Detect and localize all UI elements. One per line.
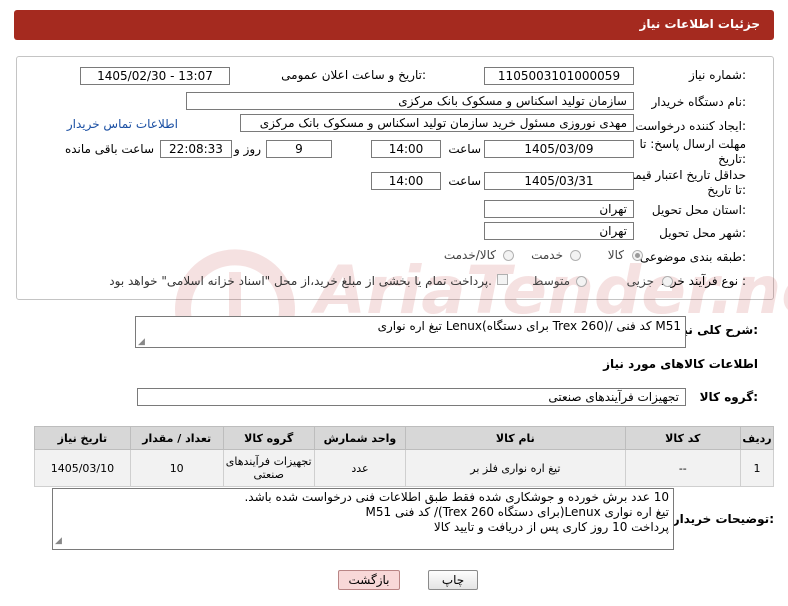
category-service-label: خدمت (531, 248, 563, 262)
buyer-notes-label: توضیحات خریدار: (672, 512, 774, 526)
table-row: 1405/03/10 10 تجهیزات فرآیندهای صنعتی عد… (34, 449, 775, 487)
cell-unit: عدد (313, 449, 407, 487)
resize-grip-icon: ◢ (55, 536, 62, 546)
col-name: نام کالا (405, 426, 626, 450)
city-label: شهر محل تحویل: (659, 226, 746, 240)
need-number-field: 1105003101000059 (484, 67, 634, 85)
buyer-org-field: سازمان تولید اسکناس و مسکوک بانک مرکزی (186, 92, 634, 110)
remaining-label: ساعت باقی مانده (64, 142, 154, 156)
validity-date-field: 1405/03/31 (484, 172, 634, 190)
category-label: طبقه بندی موضوعی: (639, 250, 746, 264)
validity-time-label: ساعت (448, 174, 481, 188)
goods-info-heading: اطلاعات کالاهای مورد نیاز (603, 357, 758, 371)
back-button[interactable]: بازگشت (338, 570, 400, 590)
requester-label: ایجاد کننده درخواست: (635, 119, 746, 133)
process-type-label: نوع فرآیند خرید : (661, 274, 746, 288)
buyer-note-line: پرداخت 10 روز کاری پس از دریافت و تایید … (433, 520, 669, 534)
cell-code: -- (624, 449, 741, 487)
category-service-radio[interactable] (570, 250, 581, 261)
goods-table: تاریخ نیاز تعداد / مقدار گروه کالا واحد … (34, 426, 775, 487)
col-code: کد کالا (624, 426, 741, 450)
price-validity-label: حداقل تاریخ اعتبار قیمت: تا تاریخ: (619, 168, 746, 197)
col-group: گروه کالا (222, 426, 315, 450)
province-label: استان محل تحویل: (651, 203, 746, 217)
col-row: ردیف (739, 426, 775, 450)
category-goods-service-label: کالا/خدمت (443, 248, 496, 262)
requester-field: مهدی نوروزی مسئول خرید سازمان تولید اسکن… (240, 114, 634, 132)
province-field: تهران (484, 200, 634, 218)
page-title: جزئیات اطلاعات نیاز (639, 17, 760, 31)
category-goods-radio[interactable] (632, 250, 643, 261)
reply-time-label: ساعت (448, 142, 481, 156)
days-and-label: روز و (234, 142, 261, 156)
col-qty: تعداد / مقدار (129, 426, 224, 450)
general-desc-text: تیغ اره نواری Lenux(برای دستگاه Trex 260… (377, 319, 681, 333)
buyer-note-line: 10 عدد برش خورده و جوشکاری شده فقط طبق ا… (244, 490, 669, 504)
buyer-notes-box[interactable]: 10 عدد برش خورده و جوشکاری شده فقط طبق ا… (52, 488, 674, 550)
col-date: تاریخ نیاز (34, 426, 131, 450)
reply-days-field: 9 (266, 140, 332, 158)
buyer-org-label: نام دستگاه خریدار: (651, 95, 747, 109)
goods-group-label: گروه کالا: (699, 390, 758, 404)
cell-row: 1 (739, 449, 775, 487)
page-header: جزئیات اطلاعات نیاز (14, 10, 774, 40)
category-goods-service-radio[interactable] (503, 250, 514, 261)
validity-time-field: 14:00 (371, 172, 441, 190)
contact-info-link[interactable]: اطلاعات تماس خریدار (67, 117, 178, 131)
remaining-time-field: 22:08:33 (160, 140, 232, 158)
category-goods-label: کالا (607, 248, 624, 262)
table-header-row: تاریخ نیاز تعداد / مقدار گروه کالا واحد … (34, 426, 775, 450)
cell-name: تیغ اره نواری فلز بر (405, 449, 626, 487)
announce-date-label: تاریخ و ساعت اعلان عمومی: (281, 68, 426, 82)
cell-qty: 10 (129, 449, 224, 487)
col-unit: واحد شمارش (313, 426, 407, 450)
city-field: تهران (484, 222, 634, 240)
cell-date: 1405/03/10 (34, 449, 131, 487)
general-desc-box[interactable]: تیغ اره نواری Lenux(برای دستگاه Trex 260… (135, 316, 686, 348)
reply-date-field: 1405/03/09 (484, 140, 634, 158)
resize-grip-icon: ◢ (138, 337, 145, 347)
need-number-label: شماره نیاز: (688, 68, 746, 82)
process-minor-radio[interactable] (662, 276, 673, 287)
cell-group: تجهیزات فرآیندهای صنعتی (222, 449, 315, 487)
print-button[interactable]: چاپ (428, 570, 478, 590)
process-minor-label: جزیی (626, 274, 654, 288)
payment-checkbox[interactable] (497, 274, 508, 285)
process-medium-radio[interactable] (576, 276, 587, 287)
reply-time-field: 14:00 (371, 140, 441, 158)
reply-deadline-label: مهلت ارسال پاسخ: تا تاریخ: (639, 137, 746, 166)
buyer-note-line: تیغ اره نواری Lenux(برای دستگاه Trex 260… (365, 505, 669, 519)
announce-date-field: 1405/02/30 - 13:07 (80, 67, 230, 85)
process-medium-label: متوسط (532, 274, 570, 288)
goods-group-field: تجهیزات فرآیندهای صنعتی (137, 388, 686, 406)
payment-note: پرداخت تمام یا بخشی از مبلغ خرید،از محل … (109, 274, 492, 288)
